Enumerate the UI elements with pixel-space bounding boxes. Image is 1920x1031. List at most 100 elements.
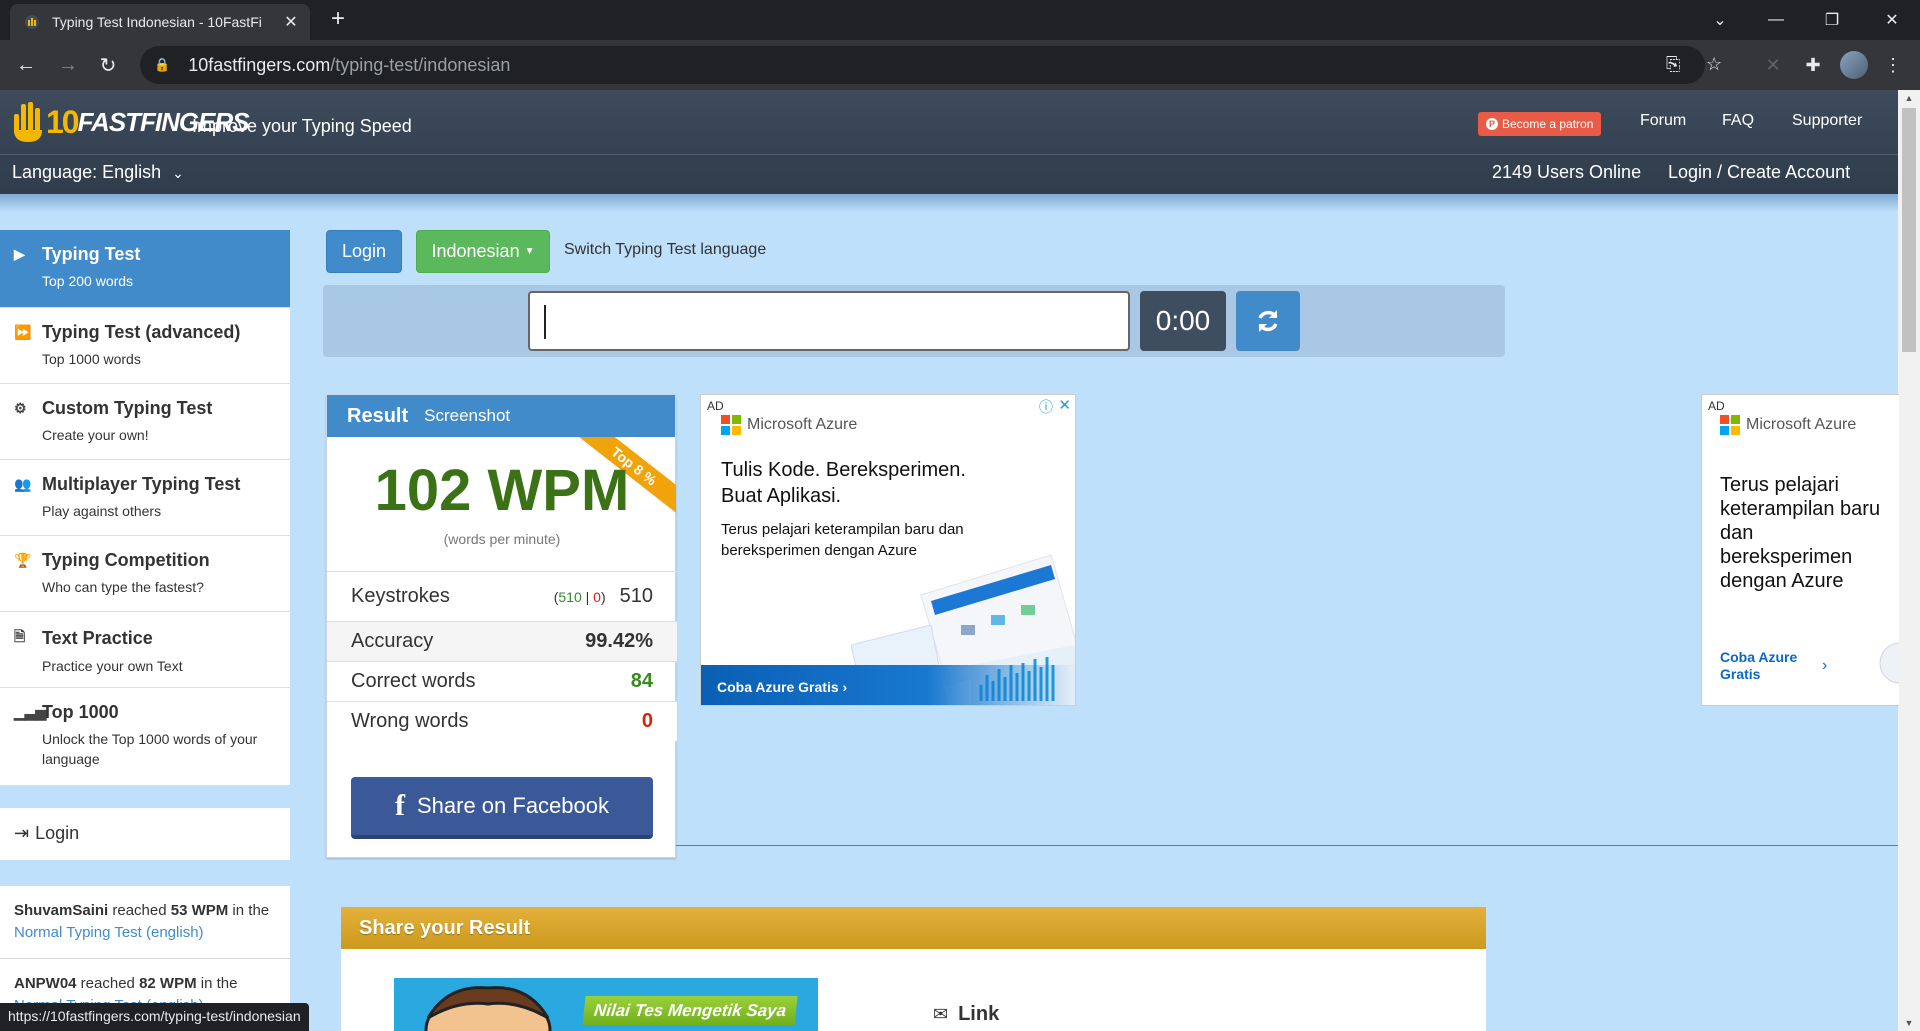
forward-icon[interactable]: →: [52, 49, 84, 81]
share-link-label: Link: [958, 1003, 1000, 1025]
share-result-image[interactable]: Nilai Tes Mengetik Saya: [394, 978, 818, 1031]
document-icon: 🗎: [14, 628, 26, 644]
fast-forward-icon: ⏩: [14, 324, 32, 340]
patron-label: Become a patron: [1502, 117, 1594, 131]
restart-button[interactable]: [1236, 291, 1300, 351]
typing-input[interactable]: [528, 291, 1130, 351]
share-result-title: Share your Result: [341, 907, 1486, 949]
ad-cta[interactable]: Coba Azure Gratis ›: [717, 679, 847, 695]
ad-close-icon[interactable]: ✕: [1058, 396, 1071, 414]
sidebar-login-label: Login: [35, 823, 80, 843]
keystrokes-separator: |: [581, 588, 594, 605]
ad-label: AD: [1708, 399, 1725, 413]
header-shadow: [0, 194, 1898, 212]
sidebar-item-custom-typing-test[interactable]: ⚙ Custom Typing Test Create your own!: [0, 384, 290, 460]
sidebar-item-multiplayer[interactable]: 👥 Multiplayer Typing Test Play against ot…: [0, 460, 290, 536]
caret-down-icon: ▼: [524, 246, 535, 257]
extensions-puzzle-icon[interactable]: ✚: [1800, 52, 1826, 78]
feed-user[interactable]: ShuvamSaini: [14, 902, 108, 919]
sidebar-item-subtitle: Play against others: [42, 503, 162, 519]
sidebar-item-title: Typing Test: [42, 244, 141, 264]
chevron-right-icon: ›: [1822, 657, 1828, 674]
nav-faq-link[interactable]: FAQ: [1722, 112, 1754, 130]
sidebar-item-typing-test-advanced[interactable]: ⏩ Typing Test (advanced) Top 1000 words: [0, 308, 290, 384]
site-header: 10 FASTFINGERS Improve your Typing Speed…: [0, 90, 1898, 194]
status-bar-url: https://10fastfingers.com/typing-test/in…: [0, 1003, 309, 1031]
sidebar-login-link[interactable]: ⇥ Login: [0, 808, 290, 860]
azure-ad-banner[interactable]: AD ⓘ ✕ Microsoft Azure Tulis Kode. Berek…: [700, 394, 1076, 706]
tab-close-icon[interactable]: ✕: [282, 12, 300, 32]
test-language-label: Indonesian: [431, 241, 520, 261]
new-tab-icon[interactable]: +: [324, 6, 352, 34]
sidebar-item-typing-competition[interactable]: 🏆 Typing Competition Who can type the fas…: [0, 536, 290, 612]
browser-menu-icon[interactable]: ⋮: [1880, 52, 1906, 78]
chevron-down-icon: ⌄: [172, 165, 184, 181]
sidebar-item-text-practice[interactable]: 🗎 Text Practice Practice your own Text: [0, 612, 290, 688]
ad-info-icon[interactable]: ⓘ: [1039, 397, 1053, 417]
microsoft-azure-logo: Microsoft Azure: [1720, 415, 1856, 435]
azure-ad-sidebar[interactable]: AD Microsoft Azure Terus pelajari ketera…: [1701, 394, 1899, 706]
scroll-thumb[interactable]: [1902, 108, 1916, 352]
play-icon: ▶: [14, 246, 25, 262]
ad-graphic-icon: [1879, 642, 1899, 684]
minimize-icon[interactable]: —: [1748, 0, 1804, 40]
profile-avatar[interactable]: [1840, 51, 1868, 79]
reload-page-icon[interactable]: ↻: [92, 49, 124, 81]
login-button[interactable]: Login: [326, 230, 402, 273]
tab-search-icon[interactable]: ⌄: [1692, 0, 1748, 40]
restore-icon[interactable]: ❐: [1804, 0, 1860, 40]
nav-supporter-link[interactable]: Supporter: [1792, 112, 1862, 130]
ad-headline: Terus pelajari keterampilan baru dan ber…: [1720, 474, 1881, 592]
extension-x-icon[interactable]: ✕: [1760, 52, 1786, 78]
page-scrollbar[interactable]: ▲ ▼: [1898, 90, 1920, 1031]
site-tagline: Improve your Typing Speed: [192, 116, 412, 136]
bookmark-star-icon[interactable]: ☆: [1706, 54, 1722, 75]
ad-cta-link[interactable]: Coba Azure Gratis: [1720, 649, 1810, 683]
logo-ten: 10: [46, 103, 80, 140]
language-label: Language: English: [12, 162, 162, 182]
sidebar-item-subtitle: Top 1000 words: [42, 351, 141, 367]
feed-text: reached: [108, 902, 171, 919]
screenshot-tab[interactable]: Screenshot: [424, 406, 510, 426]
sidebar-item-title: Typing Competition: [42, 550, 210, 570]
login-create-account-link[interactable]: Login / Create Account: [1668, 162, 1850, 183]
nav-forum-link[interactable]: Forum: [1640, 112, 1686, 130]
trophy-icon: 🏆: [14, 552, 32, 568]
scroll-up-icon[interactable]: ▲: [1898, 90, 1920, 106]
header-divider: [0, 154, 1898, 155]
keystrokes-breakdown: (510 | 0): [553, 588, 606, 605]
feed-wpm: 82 WPM: [139, 975, 197, 992]
facebook-icon: f: [394, 789, 405, 822]
address-bar[interactable]: 🔒 10fastfingers.com/typing-test/indonesi…: [140, 46, 1722, 84]
lock-icon[interactable]: 🔒: [154, 57, 170, 73]
sidebar-item-subtitle: Create your own!: [42, 427, 149, 443]
sidebar-item-typing-test[interactable]: ▶ Typing Test Top 200 words: [0, 230, 290, 308]
test-language-dropdown[interactable]: Indonesian ▼: [416, 230, 550, 273]
translate-icon[interactable]: ⎘: [1666, 54, 1680, 75]
wpm-caption: (words per minute): [443, 531, 561, 547]
become-patron-button[interactable]: P Become a patron: [1478, 112, 1602, 136]
share-facebook-button[interactable]: f Share on Facebook: [351, 777, 653, 839]
result-title: Result: [347, 404, 409, 427]
site-favicon-icon: [25, 15, 39, 29]
share-result-panel: Share your Result Nilai Tes Mengetik Say…: [341, 907, 1486, 1031]
feed-test-link[interactable]: Normal Typing Test (english): [14, 924, 204, 941]
window-close-icon[interactable]: ✕: [1864, 0, 1920, 40]
url-path: /typing-test/indonesian: [330, 54, 511, 75]
scroll-down-icon[interactable]: ▼: [1898, 1015, 1920, 1031]
interface-language-select[interactable]: Language: English ⌄: [12, 162, 184, 183]
sign-in-icon: ⇥: [14, 823, 30, 843]
wpm-value: 102 WPM: [374, 458, 630, 523]
correct-words-row: Correct words 84: [327, 661, 677, 701]
wrong-words-label: Wrong words: [351, 710, 469, 732]
timer: 0:00: [1140, 291, 1226, 351]
microsoft-logo-icon: [721, 415, 741, 435]
switch-language-text: Switch Typing Test language: [564, 241, 767, 258]
sidebar-item-top-1000[interactable]: ▁▃▅ Top 1000 Unlock the Top 1000 words of…: [0, 688, 290, 786]
wrong-words-row: Wrong words 0: [327, 701, 677, 741]
feed-user[interactable]: ANPW04: [14, 975, 77, 992]
feed-item: ShuvamSaini reached 53 WPM in the Normal…: [0, 886, 290, 959]
browser-tab[interactable]: Typing Test Indonesian - 10FastFi ✕: [10, 4, 310, 40]
back-icon[interactable]: ←: [10, 49, 42, 81]
browser-toolbar: ← → ↻ 🔒 10fastfingers.com/typing-test/in…: [0, 40, 1920, 90]
